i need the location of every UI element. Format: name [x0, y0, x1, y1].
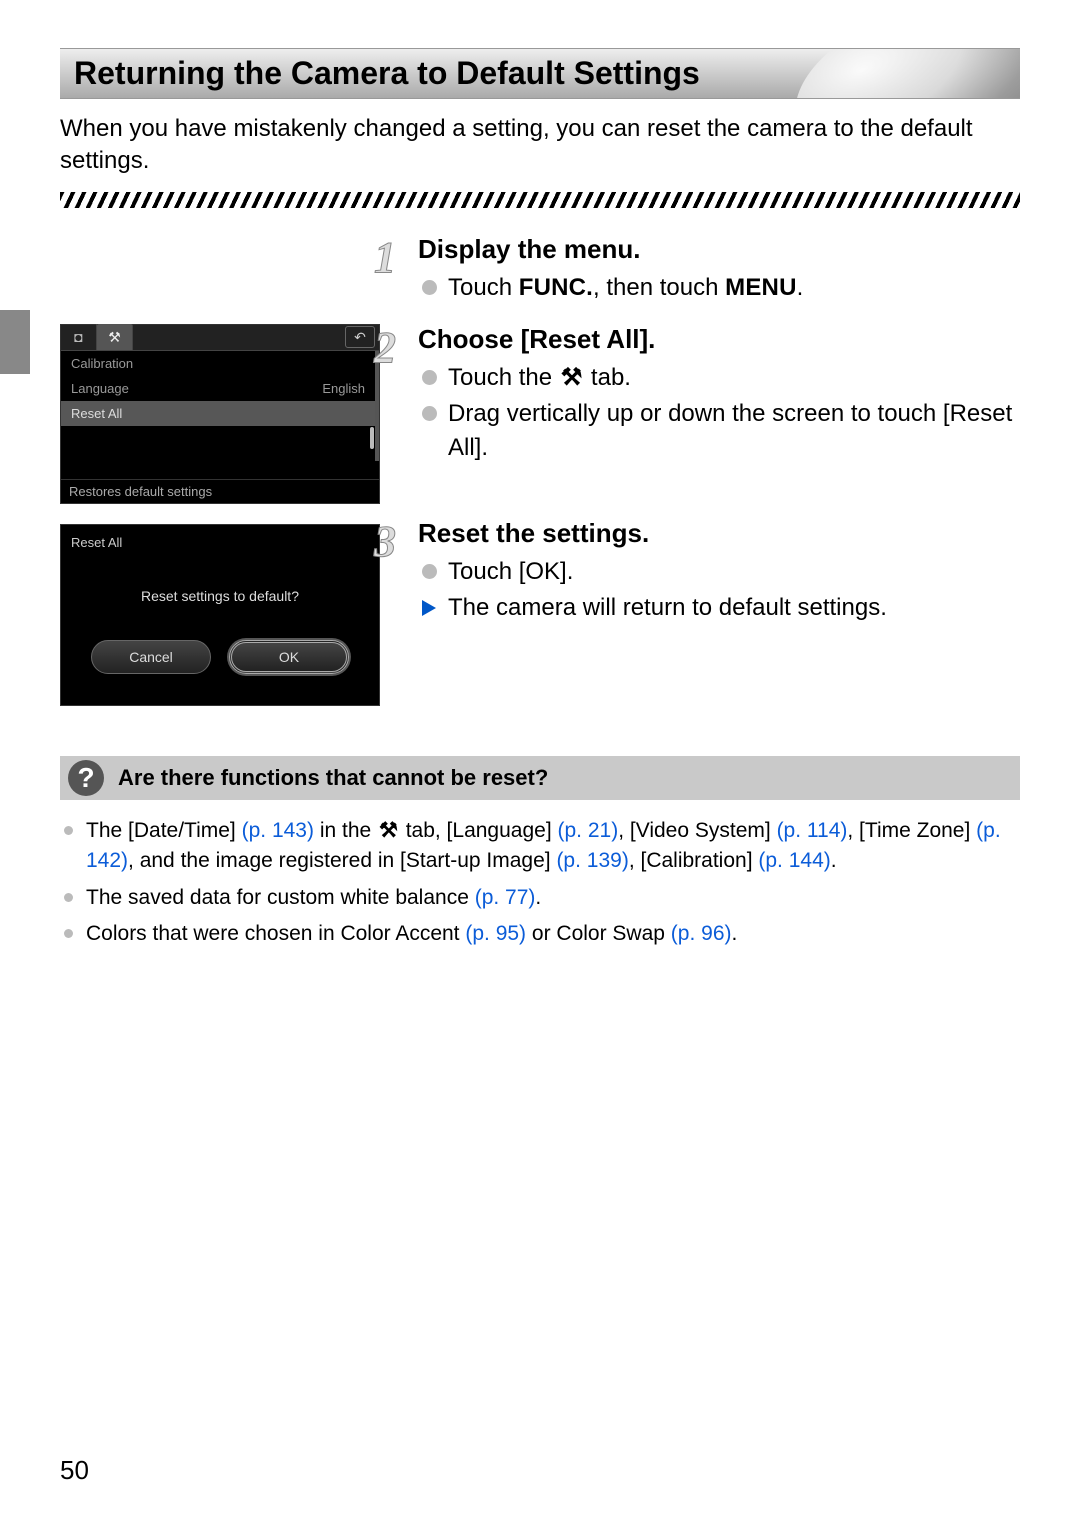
step-number: 2: [374, 322, 396, 373]
note-text: , [Time Zone]: [847, 819, 976, 842]
row-label: Calibration: [71, 356, 133, 371]
steps-area: ◘ ⚒ ↶ Calibration Language English: [60, 234, 1020, 726]
step-line: Drag vertically up or down the screen to…: [418, 397, 1020, 464]
title-bar: Returning the Camera to Default Settings: [60, 48, 1020, 99]
step-text: Touch the: [448, 364, 559, 391]
menu-row-empty: [61, 426, 375, 451]
hatched-divider: [60, 192, 1020, 208]
note-heading-box: ? Are there functions that cannot be res…: [60, 756, 1020, 800]
question-mark-icon: ?: [68, 760, 104, 796]
note-text: or Color Swap: [526, 922, 671, 945]
note-text: The saved data for custom white balance: [86, 886, 475, 909]
menu-label: MENU: [725, 274, 796, 301]
note-item: The saved data for custom white balance …: [60, 883, 1020, 913]
row-value: English: [322, 381, 365, 396]
page-reference[interactable]: (p. 95): [465, 922, 526, 945]
row-label: Language: [71, 381, 129, 396]
step-line: The camera will return to default settin…: [418, 591, 1020, 625]
note-item: The [Date/Time] (p. 143) in the ⚒ tab, […: [60, 816, 1020, 877]
intro-text: When you have mistakenly changed a setti…: [60, 113, 1020, 178]
note-text: in the: [314, 819, 377, 842]
menu-row-calibration[interactable]: Calibration: [61, 351, 375, 376]
row-label: Reset All: [71, 406, 122, 421]
camera-screen-confirm: Reset All Reset settings to default? Can…: [60, 524, 380, 706]
note-text: tab, [Language]: [400, 819, 558, 842]
step-heading: Choose [Reset All].: [418, 324, 1020, 355]
page-reference[interactable]: (p. 143): [242, 819, 314, 842]
step-number: 1: [374, 232, 396, 283]
note-text: , [Video System]: [618, 819, 776, 842]
bullet-dot-icon: [422, 406, 437, 421]
side-tab: [0, 310, 30, 374]
page-reference[interactable]: (p. 144): [758, 849, 830, 872]
page-reference[interactable]: (p. 114): [777, 819, 848, 842]
note-item: Colors that were chosen in Color Accent …: [60, 919, 1020, 949]
step-text: Drag vertically up or down the screen to…: [448, 400, 1012, 461]
scrollbar-thumb[interactable]: [370, 427, 374, 449]
bullet-dot-icon: [422, 564, 437, 579]
menu-row-language[interactable]: Language English: [61, 376, 375, 401]
back-arrow-icon: ↶: [354, 329, 366, 346]
note-text: Colors that were chosen in Color Accent: [86, 922, 465, 945]
back-button[interactable]: ↶: [345, 326, 375, 348]
menu-row-reset-all[interactable]: Reset All: [61, 401, 375, 426]
page-reference[interactable]: (p. 96): [671, 922, 732, 945]
step-text: Touch [OK].: [448, 558, 573, 585]
step-line: Touch FUNC., then touch MENU.: [418, 271, 1020, 305]
note-text: .: [732, 922, 738, 945]
func-label: FUNC.: [519, 274, 593, 301]
note-text: The [Date/Time]: [86, 819, 242, 842]
step-3: 3 Reset the settings. Touch [OK]. The ca…: [408, 518, 1020, 624]
result-arrow-icon: [422, 600, 436, 616]
step-heading: Reset the settings.: [418, 518, 1020, 549]
camera-icon: ◘: [74, 329, 82, 345]
step-text: Touch: [448, 274, 519, 301]
dialog-buttons: Cancel OK: [69, 640, 371, 674]
screen-tabbar: ◘ ⚒ ↶: [61, 325, 379, 351]
note-text: , [Calibration]: [629, 849, 759, 872]
page-number: 50: [60, 1455, 89, 1486]
note-text: .: [831, 849, 837, 872]
step-text: .: [797, 274, 804, 301]
note-text: .: [535, 886, 541, 909]
tools-tab-icon[interactable]: ⚒: [97, 324, 133, 350]
page-reference[interactable]: (p. 77): [475, 886, 536, 909]
step-text: tab.: [584, 364, 631, 391]
screenshot-column: ◘ ⚒ ↶ Calibration Language English: [60, 234, 380, 726]
step-1: 1 Display the menu. Touch FUNC., then to…: [408, 234, 1020, 305]
page-reference[interactable]: (p. 139): [556, 849, 628, 872]
step-line: Touch [OK].: [418, 555, 1020, 589]
note-heading: Are there functions that cannot be reset…: [118, 765, 548, 791]
bullet-dot-icon: [422, 370, 437, 385]
camera-tab-icon[interactable]: ◘: [61, 324, 97, 350]
dialog-message: Reset settings to default?: [69, 566, 371, 640]
bullet-dot-icon: [422, 280, 437, 295]
step-number: 3: [374, 516, 396, 567]
screen-footer-hint: Restores default settings: [61, 479, 379, 503]
dialog-title: Reset All: [69, 533, 371, 566]
cancel-button[interactable]: Cancel: [91, 640, 211, 674]
step-2: 2 Choose [Reset All]. Touch the ⚒ tab. D…: [408, 324, 1020, 464]
camera-screen-menu: ◘ ⚒ ↶ Calibration Language English: [60, 324, 380, 504]
menu-rows[interactable]: Calibration Language English Reset All: [61, 351, 379, 461]
tools-icon: ⚒: [108, 329, 121, 346]
page-reference[interactable]: (p. 21): [558, 819, 619, 842]
steps-column: 1 Display the menu. Touch FUNC., then to…: [408, 234, 1020, 726]
step-text: The camera will return to default settin…: [448, 594, 887, 621]
notes-list: The [Date/Time] (p. 143) in the ⚒ tab, […: [60, 816, 1020, 950]
tools-icon: ⚒: [377, 816, 400, 846]
tools-icon: ⚒: [559, 361, 585, 395]
note-text: , and the image registered in [Start-up …: [128, 849, 556, 872]
step-text: , then touch: [593, 274, 725, 301]
ok-button[interactable]: OK: [229, 640, 349, 674]
step-line: Touch the ⚒ tab.: [418, 361, 1020, 395]
step-heading: Display the menu.: [418, 234, 1020, 265]
page-title: Returning the Camera to Default Settings: [74, 55, 1006, 92]
